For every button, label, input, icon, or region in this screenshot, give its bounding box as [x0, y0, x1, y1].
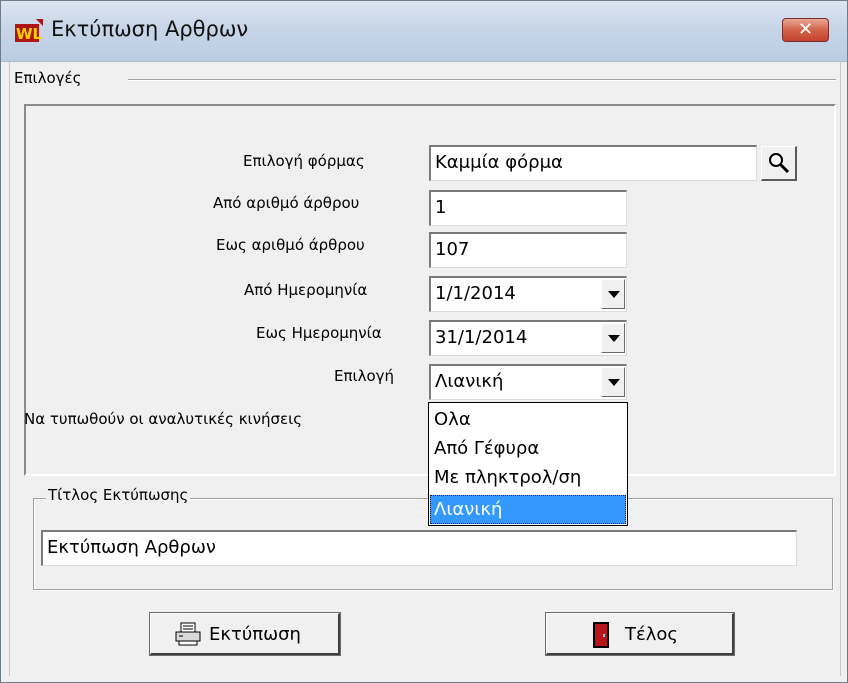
form-search-button[interactable]	[761, 146, 797, 181]
dropdown-option-from-bridge[interactable]: Από Γέφυρα	[430, 434, 626, 463]
form-choice-field[interactable]: Καμμία φόρμα	[429, 145, 757, 181]
print-title-group-label: Τίτλος Εκτύπωσης	[46, 486, 191, 504]
svg-text:WL: WL	[16, 25, 43, 43]
dropdown-option-retail[interactable]: Λιανική	[430, 495, 626, 524]
from-date-value: 1/1/2014	[435, 283, 516, 304]
from-date-dropdown-button[interactable]	[601, 279, 625, 309]
dialog-body: Επιλογές Επιλογή φόρμας Καμμία φόρμα Από…	[9, 62, 841, 676]
print-details-label: Να τυπωθούν οι αναλυτικές κινήσεις	[24, 410, 303, 428]
printer-icon	[175, 622, 201, 651]
print-button[interactable]: Εκτύπωση	[149, 612, 341, 656]
choice-value: Λιανική	[435, 371, 504, 392]
print-button-label: Εκτύπωση	[209, 624, 301, 645]
window-title: Εκτύπωση Αρθρων	[51, 17, 249, 41]
options-group-label: Επιλογές	[14, 69, 82, 87]
chevron-down-icon	[608, 335, 620, 342]
dropdown-option-all[interactable]: Ολα	[430, 405, 626, 434]
options-group-line	[128, 79, 836, 81]
end-button[interactable]: Τέλος	[545, 612, 735, 656]
from-article-field[interactable]: 1	[429, 190, 627, 226]
to-date-combobox[interactable]: 31/1/2014	[429, 320, 627, 356]
form-choice-label: Επιλογή φόρμας	[243, 152, 365, 170]
print-articles-dialog: WL Εκτύπωση Αρθρων ✕ Επιλογές Επιλογή φό…	[0, 0, 848, 683]
from-date-label: Από Ημερομηνία	[244, 281, 368, 299]
magnifier-icon	[769, 153, 790, 174]
from-article-label: Από αριθμό άρθρου	[213, 194, 360, 212]
dropdown-option-by-keyboard[interactable]: Με πληκτρολ/ση	[430, 463, 626, 492]
choice-dropdown-list[interactable]: Ολα Από Γέφυρα Με πληκτρολ/ση Λιανική	[428, 402, 628, 526]
chevron-down-icon	[608, 291, 620, 298]
end-button-label: Τέλος	[625, 624, 678, 645]
door-exit-icon	[593, 622, 609, 653]
to-article-label: Εως αριθμό άρθρου	[216, 236, 365, 254]
to-date-dropdown-button[interactable]	[601, 323, 625, 353]
to-date-value: 31/1/2014	[435, 327, 528, 348]
print-title-field[interactable]: Εκτύπωση Αρθρων	[41, 530, 797, 566]
chevron-down-icon	[608, 379, 620, 386]
close-icon: ✕	[797, 19, 814, 40]
to-date-label: Εως Ημερομηνία	[256, 324, 382, 342]
wl-app-icon: WL	[15, 19, 43, 43]
title-bar[interactable]: WL Εκτύπωση Αρθρων ✕	[1, 1, 847, 62]
choice-label: Επιλογή	[334, 367, 395, 385]
close-button[interactable]: ✕	[782, 18, 829, 42]
to-article-field[interactable]: 107	[429, 232, 627, 268]
choice-dropdown-button[interactable]	[601, 367, 625, 397]
from-date-combobox[interactable]: 1/1/2014	[429, 276, 627, 312]
choice-combobox[interactable]: Λιανική	[429, 364, 627, 400]
